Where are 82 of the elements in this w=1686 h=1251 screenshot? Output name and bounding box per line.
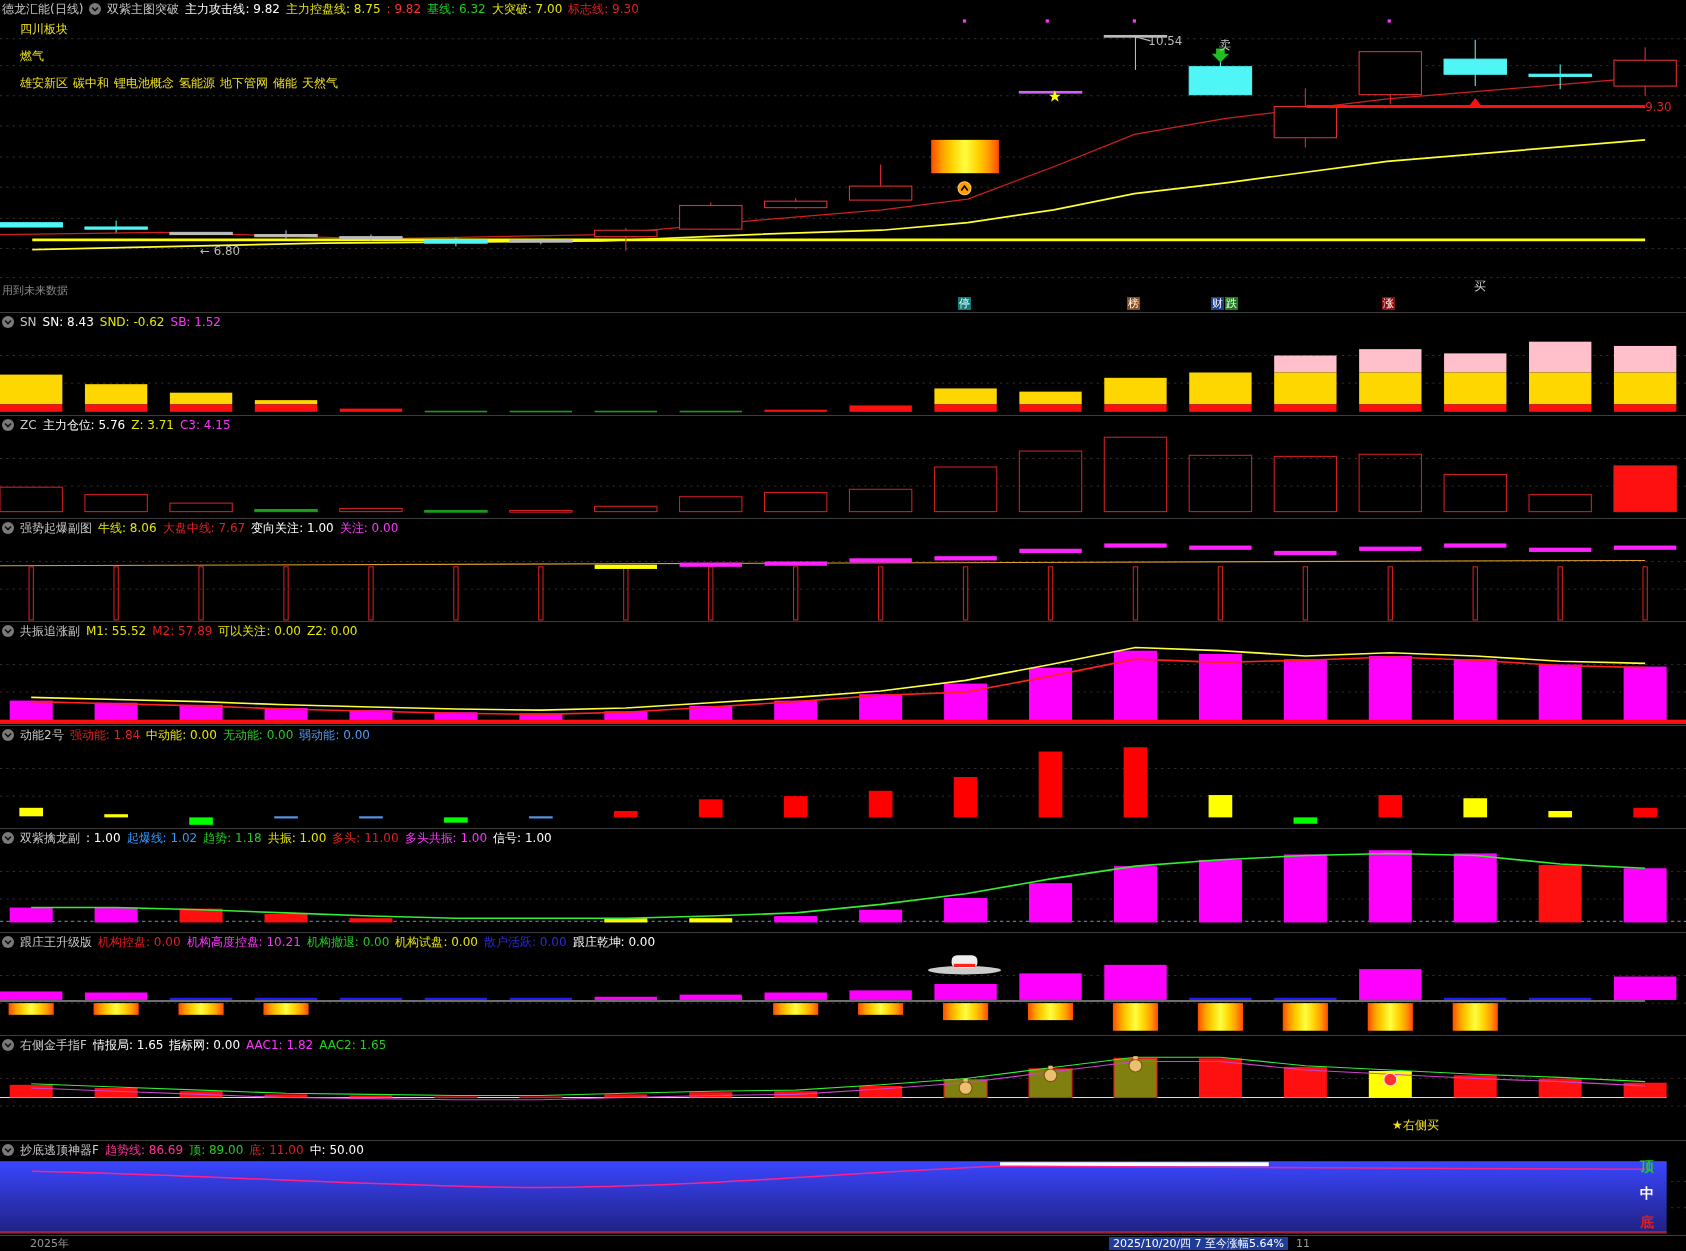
indicator-name: SN bbox=[20, 314, 37, 331]
sector-tag: 天然气 bbox=[302, 74, 338, 92]
indicator-value: 中动能: 0.00 bbox=[146, 727, 217, 744]
indicator-value: 中: 50.00 bbox=[309, 1142, 364, 1159]
level-label: 底 bbox=[1640, 1215, 1654, 1230]
indicator-value: 趋势: 1.18 bbox=[203, 830, 262, 847]
sector-tag: 地下管网 bbox=[220, 74, 268, 92]
indicator-value: 信号: 1.00 bbox=[493, 830, 552, 847]
indicator-value: Z: 3.71 bbox=[131, 417, 174, 434]
indicator-value: C3: 4.15 bbox=[180, 417, 231, 434]
axis-label: 2025年 bbox=[30, 1237, 69, 1250]
indicator-value: M1: 55.52 bbox=[86, 623, 147, 640]
indicator-value: 多头: 11.00 bbox=[332, 830, 399, 847]
indicator-value: 机构高度控盘: 10.21 bbox=[186, 934, 301, 951]
event-tag: 跌 bbox=[1225, 297, 1239, 310]
indicator-value: 可以关注: 0.00 bbox=[218, 623, 301, 640]
indicator-name: 动能2号 bbox=[20, 727, 64, 744]
cursor-date-label: 2025/10/20/四 7 至今涨幅5.64% bbox=[1109, 1237, 1289, 1250]
indicator-value: 多头共振: 1.00 bbox=[404, 830, 488, 847]
axis-label: 11 bbox=[1296, 1237, 1311, 1250]
indicator-name: 右侧金手指F bbox=[20, 1037, 87, 1054]
indicator-value: : 9.82 bbox=[386, 1, 422, 18]
indicator-value: AAC1: 1.82 bbox=[246, 1037, 314, 1054]
indicator-value: 顶: 89.00 bbox=[189, 1142, 244, 1159]
indicator-value: 底: 11.00 bbox=[249, 1142, 304, 1159]
indicator-value: AAC2: 1.65 bbox=[319, 1037, 387, 1054]
indicator-value: 跟庄乾坤: 0.00 bbox=[572, 934, 656, 951]
indicator-value: 关注: 0.00 bbox=[339, 520, 399, 537]
sector-tag: 锂电池概念 bbox=[114, 74, 174, 92]
indicator-value: : 1.00 bbox=[86, 830, 121, 847]
indicator-name: ZC bbox=[20, 417, 37, 434]
level-label: 顶 bbox=[1640, 1159, 1654, 1174]
event-tag: 榜 bbox=[1127, 297, 1141, 310]
indicator-name: 抄底逃顶神器F bbox=[20, 1142, 99, 1159]
indicator-name: 共振追涨副 bbox=[20, 623, 80, 640]
event-tag: 财 bbox=[1211, 297, 1225, 310]
indicator-value: 主力攻击线: 9.82 bbox=[185, 1, 280, 18]
notice-text: 用到未来数据 bbox=[2, 283, 68, 299]
indicator-value: 指标网: 0.00 bbox=[169, 1037, 241, 1054]
buy-signal-label: 买 bbox=[1474, 279, 1487, 294]
event-tag: 涨 bbox=[1382, 297, 1396, 310]
indicator-value: 基线: 6.32 bbox=[427, 1, 486, 18]
indicator-value: 主力仓位: 5.76 bbox=[42, 417, 126, 434]
indicator-value: 大盘中线: 7.67 bbox=[162, 520, 246, 537]
indicator-name: 跟庄王升级版 bbox=[20, 934, 92, 951]
indicator-value: Z2: 0.00 bbox=[307, 623, 358, 640]
indicator-value: 变向关注: 1.00 bbox=[251, 520, 334, 537]
signal-note: ★右侧买 bbox=[1392, 1117, 1439, 1134]
sector-tag: 氢能源 bbox=[179, 74, 215, 92]
price-label: ← 6.80 bbox=[200, 244, 240, 258]
indicator-name: 双紫主图突破 bbox=[107, 1, 180, 18]
indicator-value: 标志线: 9.30 bbox=[568, 1, 639, 18]
indicator-value: 共振: 1.00 bbox=[267, 830, 327, 847]
chart-title: 德龙汇能(日线) bbox=[2, 1, 84, 18]
indicator-value: 散户活跃: 0.00 bbox=[483, 934, 567, 951]
level-label: 中 bbox=[1640, 1186, 1654, 1201]
indicator-value: 情报局: 1.65 bbox=[92, 1037, 164, 1054]
indicator-value: 牛线: 8.06 bbox=[98, 520, 157, 537]
sector-tag: 燃气 bbox=[20, 47, 44, 65]
price-label: 9.30 bbox=[1645, 99, 1672, 114]
sector-tag: 雄安新区 bbox=[20, 74, 68, 92]
indicator-value: 大突破: 7.00 bbox=[491, 1, 563, 18]
sector-tag: 储能 bbox=[273, 74, 297, 92]
sell-signal-label: 卖 bbox=[1219, 38, 1232, 53]
indicator-value: 无动能: 0.00 bbox=[222, 727, 294, 744]
event-tag: 停 bbox=[957, 297, 971, 310]
indicator-value: 机构试盘: 0.00 bbox=[395, 934, 478, 951]
indicator-name: 双紫擒龙副 bbox=[20, 830, 80, 847]
indicator-value: 机构撤退: 0.00 bbox=[306, 934, 390, 951]
indicator-value: 起爆线: 1.02 bbox=[126, 830, 198, 847]
sector-tag: 四川板块 bbox=[20, 20, 68, 38]
indicator-value: M2: 57.89 bbox=[152, 623, 213, 640]
indicator-value: 弱动能: 0.00 bbox=[299, 727, 370, 744]
indicator-value: SND: -0.62 bbox=[99, 314, 165, 331]
indicator-value: 强动能: 1.84 bbox=[69, 727, 141, 744]
indicator-name: 强势起爆副图 bbox=[20, 520, 92, 537]
sector-tag: 碳中和 bbox=[73, 74, 109, 92]
indicator-value: SN: 8.43 bbox=[42, 314, 94, 331]
indicator-value: SB: 1.52 bbox=[170, 314, 221, 331]
indicator-value: 机构控盘: 0.00 bbox=[98, 934, 181, 951]
indicator-value: 主力控盘线: 8.75 bbox=[285, 1, 381, 18]
indicator-value: 趋势线: 86.69 bbox=[104, 1142, 184, 1159]
